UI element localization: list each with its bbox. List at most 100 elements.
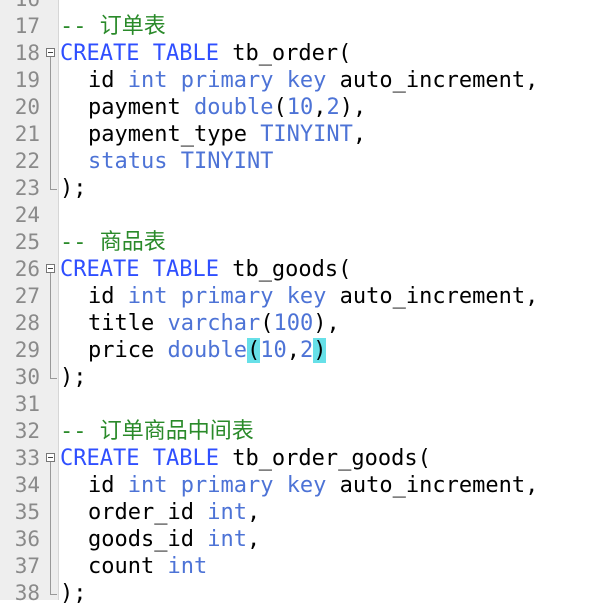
code-token: auto_increment, bbox=[326, 68, 539, 93]
code-text[interactable]: -- 商品表 bbox=[60, 229, 166, 256]
code-line[interactable]: 37 count int bbox=[0, 553, 604, 580]
code-line[interactable]: 18 CREATE TABLE tb_order( bbox=[0, 40, 604, 67]
code-line[interactable]: 26 CREATE TABLE tb_goods( bbox=[0, 256, 604, 283]
code-line[interactable]: 20 payment double(10,2), bbox=[0, 94, 604, 121]
code-text[interactable]: payment_type TINYINT, bbox=[60, 121, 366, 148]
code-token: goods_id bbox=[88, 527, 208, 552]
code-line[interactable]: 27 id int primary key auto_increment, bbox=[0, 283, 604, 310]
code-line[interactable]: 25 -- 商品表 bbox=[0, 229, 604, 256]
code-text[interactable]: -- 订单表 bbox=[60, 13, 166, 40]
line-number: 28 bbox=[14, 311, 40, 335]
code-token: int primary key bbox=[127, 284, 327, 309]
fold-guide bbox=[44, 67, 58, 94]
code-line[interactable]: 38); bbox=[0, 580, 604, 607]
code-text[interactable]: id int primary key auto_increment, bbox=[60, 67, 538, 94]
code-token: int primary key bbox=[127, 68, 327, 93]
code-token: id bbox=[88, 284, 128, 309]
code-line[interactable]: 22 status TINYINT bbox=[0, 148, 604, 175]
code-token: , bbox=[352, 122, 367, 147]
fold-end-marker bbox=[44, 364, 58, 391]
code-token: , bbox=[246, 500, 261, 525]
code-text[interactable]: title varchar(100), bbox=[60, 310, 340, 337]
code-text[interactable]: CREATE TABLE tb_order( bbox=[60, 40, 351, 67]
code-text[interactable]: -- 订单商品中间表 bbox=[60, 418, 254, 445]
code-token: ), bbox=[339, 95, 367, 120]
fold-guide bbox=[44, 526, 58, 553]
code-token: int bbox=[207, 527, 247, 552]
code-text[interactable]: goods_id int, bbox=[60, 526, 260, 553]
fold-guide bbox=[44, 499, 58, 526]
code-token: ( bbox=[273, 95, 287, 120]
fold-guide bbox=[44, 337, 58, 364]
code-token: title bbox=[88, 311, 168, 336]
line-number: 31 bbox=[14, 392, 40, 416]
code-token: status TINYINT bbox=[88, 149, 274, 174]
code-line[interactable]: 23); bbox=[0, 175, 604, 202]
code-line[interactable]: 16 bbox=[0, 0, 604, 13]
fold-guide bbox=[44, 310, 58, 337]
line-number: 34 bbox=[14, 473, 40, 497]
code-text[interactable]: ); bbox=[60, 580, 87, 607]
code-editor[interactable]: 1617 -- 订单表 18 CREATE TABLE tb_order(19 id i… bbox=[0, 0, 604, 606]
code-token: int bbox=[207, 500, 247, 525]
line-number: 24 bbox=[14, 203, 40, 227]
code-token: tb_goods( bbox=[218, 257, 352, 282]
fold-collapse-icon[interactable] bbox=[44, 445, 58, 472]
code-text[interactable]: count int bbox=[60, 553, 207, 580]
line-number: 16 bbox=[0, 0, 40, 13]
line-number: 21 bbox=[14, 122, 40, 146]
code-token: price bbox=[88, 338, 168, 363]
line-number: 38 bbox=[14, 581, 40, 605]
line-number: 19 bbox=[14, 68, 40, 92]
fold-guide bbox=[44, 148, 58, 175]
code-line[interactable]: 24 bbox=[0, 202, 604, 229]
code-text[interactable]: status TINYINT bbox=[60, 148, 273, 175]
code-line[interactable]: 36 goods_id int, bbox=[0, 526, 604, 553]
code-token: -- bbox=[60, 419, 100, 444]
line-number: 37 bbox=[14, 554, 40, 578]
code-line[interactable]: 17 -- 订单表 bbox=[0, 13, 604, 40]
code-text[interactable]: ); bbox=[60, 175, 87, 202]
fold-collapse-icon[interactable] bbox=[44, 40, 58, 67]
code-text[interactable]: CREATE TABLE tb_goods( bbox=[60, 256, 351, 283]
code-token: 2 bbox=[326, 95, 340, 120]
fold-end-marker bbox=[44, 580, 58, 607]
code-line[interactable]: 21 payment_type TINYINT, bbox=[0, 121, 604, 148]
line-number: 25 bbox=[14, 230, 40, 254]
code-token: , bbox=[313, 95, 327, 120]
code-text[interactable]: CREATE TABLE tb_order_goods( bbox=[60, 445, 431, 472]
code-token: 商品表 bbox=[99, 230, 166, 255]
code-area[interactable]: 1617 -- 订单表 18 CREATE TABLE tb_order(19 id i… bbox=[0, 0, 604, 607]
fold-guide bbox=[44, 283, 58, 310]
bracket-match-highlight: ) bbox=[313, 338, 327, 363]
code-line[interactable]: 19 id int primary key auto_increment, bbox=[0, 67, 604, 94]
code-token: CREATE TABLE bbox=[60, 446, 219, 471]
code-token: tb_order_goods( bbox=[218, 446, 431, 471]
code-text[interactable]: order_id int, bbox=[60, 499, 260, 526]
code-text[interactable]: ); bbox=[60, 364, 87, 391]
code-token: int primary key bbox=[127, 473, 327, 498]
code-line[interactable]: 32 -- 订单商品中间表 bbox=[0, 418, 604, 445]
line-number: 36 bbox=[14, 527, 40, 551]
code-text[interactable]: id int primary key auto_increment, bbox=[60, 472, 538, 499]
code-line[interactable]: 29 price double(10,2) bbox=[0, 337, 604, 364]
code-token: order_id bbox=[88, 500, 208, 525]
line-number: 23 bbox=[14, 176, 40, 200]
code-text[interactable]: id int primary key auto_increment, bbox=[60, 283, 538, 310]
code-token: ); bbox=[60, 581, 87, 606]
fold-collapse-icon[interactable] bbox=[44, 256, 58, 283]
code-text[interactable]: payment double(10,2), bbox=[60, 94, 366, 121]
code-line[interactable]: 34 id int primary key auto_increment, bbox=[0, 472, 604, 499]
code-line[interactable]: 35 order_id int, bbox=[0, 499, 604, 526]
code-token: tb_order( bbox=[218, 41, 352, 66]
code-token: -- bbox=[60, 14, 100, 39]
code-line[interactable]: 30); bbox=[0, 364, 604, 391]
code-token: int bbox=[167, 554, 208, 579]
line-number: 17 bbox=[14, 14, 40, 38]
code-line[interactable]: 31 bbox=[0, 391, 604, 418]
code-line[interactable]: 33 CREATE TABLE tb_order_goods( bbox=[0, 445, 604, 472]
code-line[interactable]: 28 title varchar(100), bbox=[0, 310, 604, 337]
code-text[interactable]: price double(10,2) bbox=[60, 337, 327, 364]
code-token: ), bbox=[313, 311, 340, 336]
code-token: , bbox=[246, 527, 261, 552]
